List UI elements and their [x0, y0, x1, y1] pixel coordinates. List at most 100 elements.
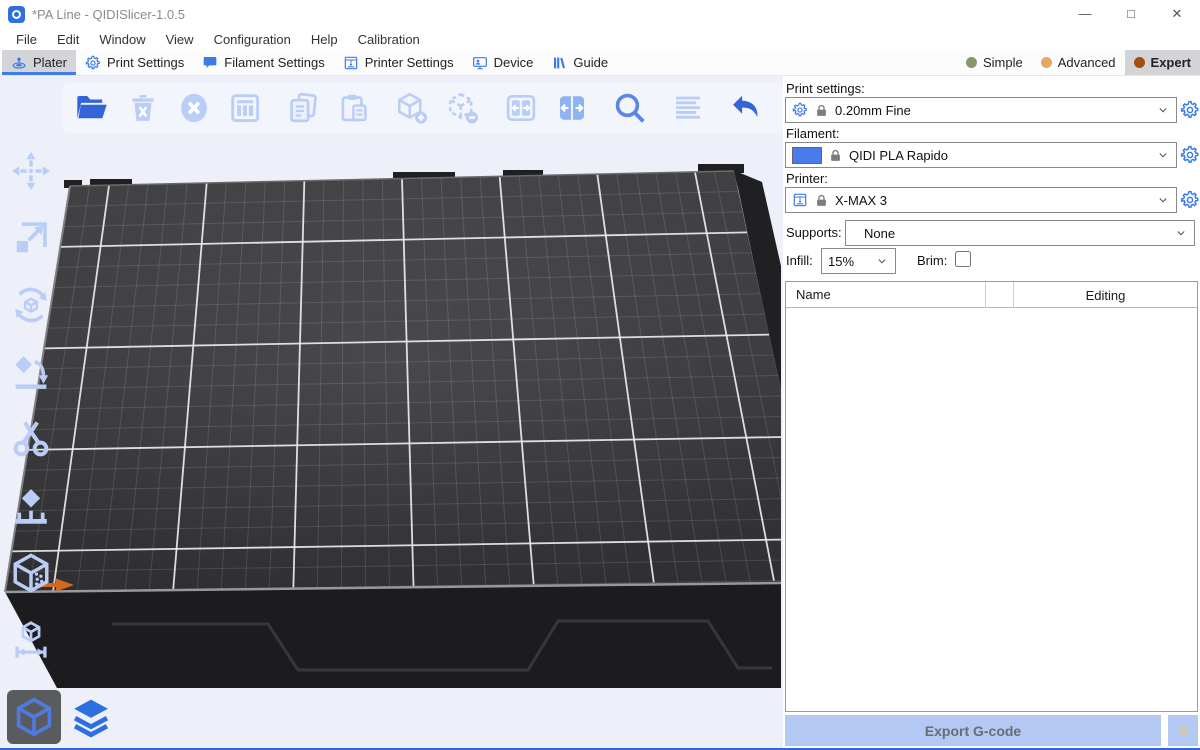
- simple-mode-dot-icon: [966, 57, 977, 68]
- plater-icon: [11, 55, 27, 71]
- lock-icon: [828, 148, 843, 163]
- layers-icon: [69, 695, 113, 739]
- place-on-face-tool-icon[interactable]: [7, 349, 55, 395]
- view-mode-switch: [7, 690, 118, 744]
- export-to-sd-button[interactable]: [1168, 715, 1198, 746]
- printer-combo[interactable]: X-MAX 3: [785, 187, 1177, 213]
- menu-calibration[interactable]: Calibration: [348, 32, 430, 47]
- menu-view[interactable]: View: [156, 32, 204, 47]
- filament-value: QIDI PLA Rapido: [849, 148, 948, 163]
- printer-icon: [343, 55, 359, 71]
- tab-printer-settings[interactable]: Printer Settings: [334, 50, 463, 75]
- editing-column-header: Editing: [1014, 288, 1197, 303]
- move-tool-icon[interactable]: [7, 148, 55, 194]
- tabbar: Plater Print Settings Filament Settings …: [0, 50, 1200, 76]
- print-settings-combo[interactable]: 0.20mm Fine: [785, 97, 1177, 123]
- top-toolbar: [62, 83, 783, 133]
- arrange-icon[interactable]: [225, 88, 265, 128]
- 3d-editor-view-button[interactable]: [7, 690, 61, 744]
- delete-all-icon[interactable]: [174, 88, 214, 128]
- export-row: Export G-code: [785, 715, 1198, 746]
- lock-icon: [814, 193, 829, 208]
- preview-button[interactable]: [64, 690, 118, 744]
- add-instance-icon[interactable]: [392, 88, 432, 128]
- undo-icon[interactable]: [726, 88, 766, 128]
- measure-tool-icon[interactable]: [7, 617, 55, 663]
- split-objects-icon[interactable]: [501, 88, 541, 128]
- paint-supports-tool-icon[interactable]: [7, 483, 55, 529]
- printer-label: Printer:: [786, 171, 828, 186]
- tab-plater[interactable]: Plater: [2, 50, 76, 75]
- object-list-header: Name Editing: [786, 282, 1197, 308]
- supports-label: Supports:: [786, 225, 842, 240]
- gizmo-toolbar: [7, 148, 55, 663]
- chevron-down-icon: [1156, 103, 1170, 117]
- chevron-down-icon: [1156, 148, 1170, 162]
- infill-value: 15%: [828, 254, 854, 269]
- remove-instance-icon[interactable]: [443, 88, 483, 128]
- supports-combo[interactable]: None: [845, 220, 1195, 246]
- tab-filament-settings[interactable]: Filament Settings: [193, 50, 333, 75]
- print-settings-label: Print settings:: [786, 81, 865, 96]
- split-parts-icon[interactable]: [552, 88, 592, 128]
- chevron-down-icon: [875, 254, 889, 268]
- open-project-icon[interactable]: [72, 88, 112, 128]
- bed-sheen: [5, 171, 781, 592]
- cut-tool-icon[interactable]: [7, 416, 55, 462]
- gear-icon: [85, 55, 101, 71]
- filament-gear-button[interactable]: [1180, 145, 1200, 165]
- monitor-icon: [472, 55, 488, 71]
- menu-window[interactable]: Window: [89, 32, 155, 47]
- infill-combo[interactable]: 15%: [821, 248, 896, 274]
- tabbar-spacer: [617, 50, 957, 75]
- maximize-button[interactable]: □: [1108, 0, 1154, 28]
- minimize-button[interactable]: —: [1062, 0, 1108, 28]
- search-icon[interactable]: [610, 88, 650, 128]
- extruder-column-header: [986, 282, 1014, 308]
- sd-card-icon: [1176, 723, 1191, 738]
- brim-checkbox[interactable]: [955, 251, 971, 267]
- copy-icon[interactable]: [283, 88, 323, 128]
- rotate-tool-icon[interactable]: [7, 282, 55, 328]
- window-controls: — □ ✕: [1062, 0, 1200, 28]
- tab-print-settings[interactable]: Print Settings: [76, 50, 193, 75]
- mode-simple[interactable]: Simple: [957, 50, 1032, 75]
- chevron-down-icon: [1156, 193, 1170, 207]
- scene-3d[interactable]: [0, 76, 783, 748]
- menu-help[interactable]: Help: [301, 32, 348, 47]
- lock-icon: [814, 103, 829, 118]
- window-title: *PA Line - QIDISlicer-1.0.5: [32, 7, 185, 22]
- sidebar: Print settings: 0.20mm Fine Filament: QI…: [783, 76, 1200, 748]
- filament-combo[interactable]: QIDI PLA Rapido: [785, 142, 1177, 168]
- tab-device[interactable]: Device: [463, 50, 543, 75]
- filament-label: Filament:: [786, 126, 839, 141]
- print-settings-gear-button[interactable]: [1180, 100, 1200, 120]
- viewport-3d[interactable]: [0, 76, 783, 748]
- app-logo-icon: [8, 6, 25, 23]
- scale-tool-icon[interactable]: [7, 215, 55, 261]
- delete-icon[interactable]: [123, 88, 163, 128]
- close-button[interactable]: ✕: [1154, 0, 1200, 28]
- mode-advanced[interactable]: Advanced: [1032, 50, 1125, 75]
- printer-gear-button[interactable]: [1180, 190, 1200, 210]
- books-icon: [551, 55, 567, 71]
- tab-guide[interactable]: Guide: [542, 50, 617, 75]
- advanced-mode-dot-icon: [1041, 57, 1052, 68]
- variable-layer-height-icon[interactable]: [668, 88, 708, 128]
- print-settings-value: 0.20mm Fine: [835, 103, 911, 118]
- menu-file[interactable]: File: [6, 32, 47, 47]
- app-window: *PA Line - QIDISlicer-1.0.5 — □ ✕ File E…: [0, 0, 1200, 750]
- menu-configuration[interactable]: Configuration: [204, 32, 301, 47]
- supports-value: None: [864, 226, 895, 241]
- filament-icon: [202, 55, 218, 71]
- expert-mode-dot-icon: [1134, 57, 1145, 68]
- mode-expert[interactable]: Expert: [1125, 50, 1200, 75]
- menubar: File Edit Window View Configuration Help…: [0, 28, 1200, 50]
- cube-icon: [12, 695, 56, 739]
- export-gcode-button[interactable]: Export G-code: [785, 715, 1161, 746]
- menu-edit[interactable]: Edit: [47, 32, 89, 47]
- printer-base: [5, 582, 781, 688]
- fuzzy-skin-tool-icon[interactable]: [7, 550, 55, 596]
- paste-icon[interactable]: [334, 88, 374, 128]
- infill-label: Infill:: [786, 253, 813, 268]
